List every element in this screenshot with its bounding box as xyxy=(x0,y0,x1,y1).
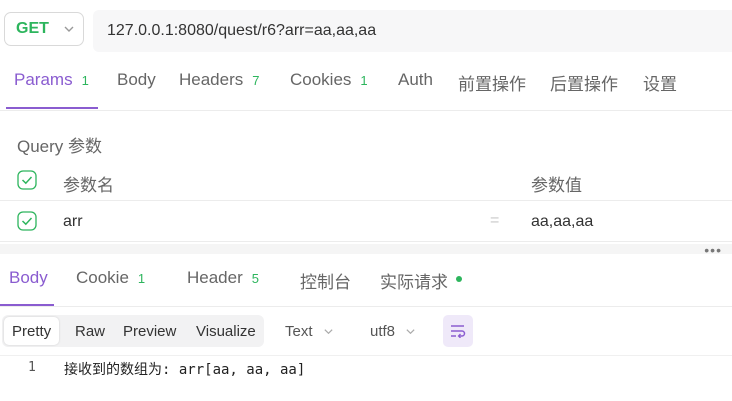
word-wrap-button[interactable] xyxy=(443,315,473,347)
url-bar: GET 127.0.0.1:8080/quest/r6?arr=aa,aa,aa xyxy=(0,10,732,52)
checkbox-all-icon[interactable] xyxy=(17,170,37,190)
count-badge: 7 xyxy=(252,73,260,88)
view-raw-button[interactable]: Raw xyxy=(67,317,113,345)
tab-label: 控制台 xyxy=(300,273,351,292)
status-dot-icon xyxy=(456,276,462,282)
count-badge: 5 xyxy=(251,271,259,286)
view-visualize-button[interactable]: Visualize xyxy=(188,317,264,345)
tab-cookies[interactable]: Cookies 1 xyxy=(290,70,368,108)
tab-params[interactable]: Params 1 xyxy=(14,70,89,108)
tab-auth[interactable]: Auth xyxy=(398,70,433,108)
method-select[interactable]: GET xyxy=(4,12,84,46)
divider xyxy=(0,241,732,242)
line-number: 1 xyxy=(28,360,36,375)
column-header-value: 参数值 xyxy=(531,176,582,195)
tab-console[interactable]: 控制台 xyxy=(300,268,351,293)
chevron-down-icon xyxy=(64,26,74,32)
param-value-input[interactable]: aa,aa,aa xyxy=(531,213,593,231)
count-badge: 1 xyxy=(81,73,89,88)
response-tabs: Body Cookie 1 Header 5 控制台 实际请求 xyxy=(0,268,732,306)
tab-label: Header xyxy=(187,268,243,287)
tab-label: 前置操作 xyxy=(458,75,526,94)
divider xyxy=(0,306,732,307)
equals-sign: = xyxy=(490,212,500,229)
method-label: GET xyxy=(16,20,49,37)
encoding-select-value: utf8 xyxy=(370,322,396,340)
divider xyxy=(0,200,732,201)
tab-headers[interactable]: Headers 7 xyxy=(179,70,260,108)
divider xyxy=(0,355,732,356)
tab-response-body[interactable]: Body xyxy=(9,268,48,288)
chevron-down-icon xyxy=(323,328,333,334)
tab-label: Body xyxy=(117,70,156,89)
tab-response-header[interactable]: Header 5 xyxy=(187,268,259,288)
tab-label: 设置 xyxy=(643,75,677,94)
response-code-editor[interactable]: 1 接收到的数组为: arr[aa, aa, aa] xyxy=(0,355,732,401)
format-select[interactable]: Text xyxy=(285,316,334,346)
count-badge: 1 xyxy=(360,73,368,88)
query-section-title: Query 参数 xyxy=(17,137,103,156)
code-line: 接收到的数组为: arr[aa, aa, aa] xyxy=(64,362,306,378)
view-preview-button[interactable]: Preview xyxy=(115,317,184,345)
tab-label: 后置操作 xyxy=(550,75,618,94)
tab-label: Headers xyxy=(179,70,244,89)
more-icon[interactable]: ••• xyxy=(704,242,722,258)
panel-splitter[interactable]: ••• xyxy=(0,242,732,258)
tab-label: Params xyxy=(14,70,73,89)
table-row: arr = aa,aa,aa xyxy=(0,202,732,242)
active-tab-indicator xyxy=(6,107,98,109)
tab-label: Cookie xyxy=(76,268,129,287)
tab-settings[interactable]: 设置 xyxy=(643,70,677,108)
view-mode-group: Pretty Raw Preview Visualize xyxy=(2,315,264,347)
divider xyxy=(0,110,732,111)
query-header-row: 参数名 参数值 xyxy=(0,162,732,202)
tab-post-ops[interactable]: 后置操作 xyxy=(550,70,618,108)
tab-label: Auth xyxy=(398,70,433,89)
count-badge: 1 xyxy=(137,271,146,286)
format-select-value: Text xyxy=(285,322,313,340)
tab-label: Cookies xyxy=(290,70,352,89)
view-pretty-button[interactable]: Pretty xyxy=(4,317,60,345)
param-name-input[interactable]: arr xyxy=(63,213,83,231)
url-text: 127.0.0.1:8080/quest/r6?arr=aa,aa,aa xyxy=(107,22,377,39)
tab-response-cookie[interactable]: Cookie 1 xyxy=(76,268,145,288)
tab-body[interactable]: Body xyxy=(117,70,156,108)
column-header-name: 参数名 xyxy=(63,176,114,195)
tab-pre-ops[interactable]: 前置操作 xyxy=(458,70,526,108)
tab-label: Body xyxy=(9,268,48,287)
request-tabs: Params 1 Body Headers 7 Cookies 1 Auth 前… xyxy=(0,70,732,110)
url-input[interactable]: 127.0.0.1:8080/quest/r6?arr=aa,aa,aa xyxy=(93,10,732,52)
word-wrap-icon xyxy=(451,325,466,338)
tab-label: 实际请求 xyxy=(380,273,448,292)
chevron-down-icon xyxy=(406,328,415,334)
tab-actual-request[interactable]: 实际请求 xyxy=(380,268,462,293)
checkbox-icon[interactable] xyxy=(17,211,37,231)
encoding-select[interactable]: utf8 xyxy=(370,316,416,346)
